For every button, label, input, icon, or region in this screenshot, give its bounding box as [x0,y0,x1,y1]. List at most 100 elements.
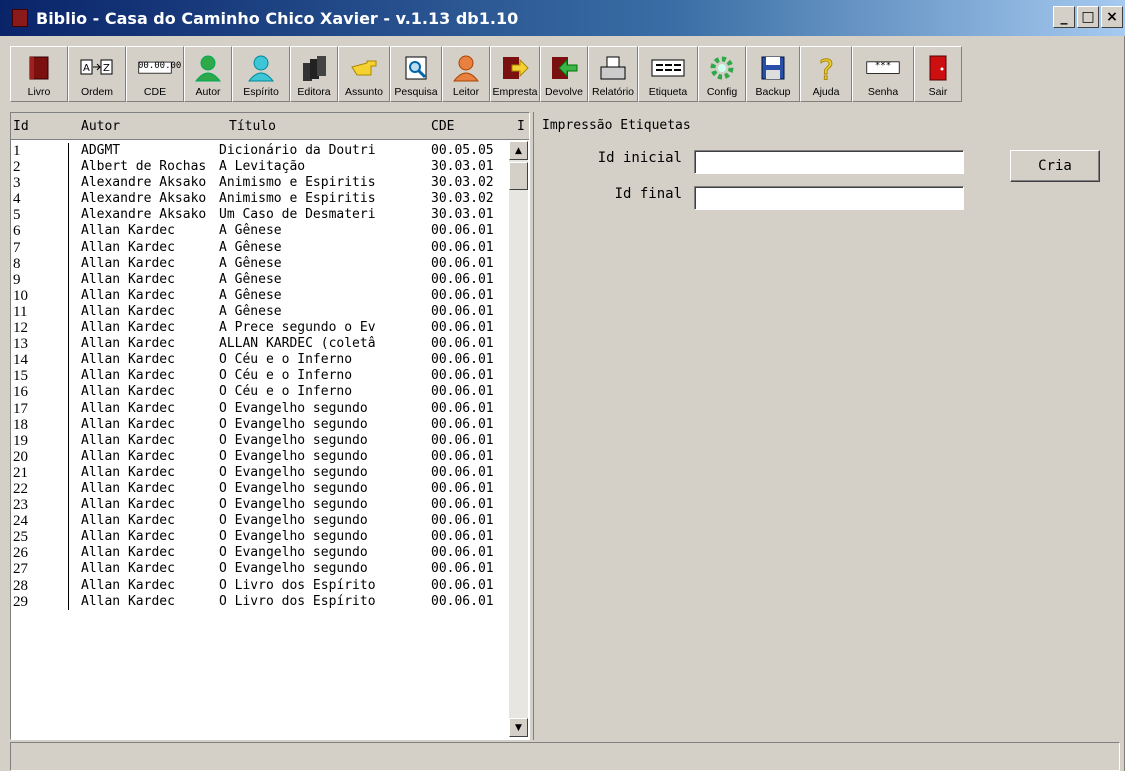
row-id: 15 [11,368,69,385]
table-row[interactable]: 12 Allan Kardec A Prece segundo o Ev 00.06.… [11,320,511,337]
cria-button[interactable]: Cria [1010,150,1100,182]
toolbar-button-editora[interactable]: Editora [290,46,338,102]
table-row[interactable]: 19 Allan Kardec O Evangelho segundo 00.06.0… [11,432,511,449]
row-id: 25 [11,529,69,546]
close-button[interactable]: × [1101,6,1123,28]
table-row[interactable]: 29 Allan Kardec O Livro dos Espírito 00.06.… [11,593,511,610]
table-row[interactable]: 27 Allan Kardec O Evangelho segundo 00.06.0… [11,561,511,578]
return-arrow-icon [547,53,581,83]
table-row[interactable]: 15 Allan Kardec O Céu e o Inferno 00.06.01 [11,368,511,385]
row-titulo: ALLAN KARDEC (coletâ [219,336,376,352]
column-header-autor[interactable]: Autor [69,119,229,134]
toolbar-button-espirito[interactable]: Espírito [232,46,290,102]
book-list[interactable]: 1 ADGMT Dicionário da Doutri 00.05.05 2 Alber… [11,143,511,610]
exit-door-icon [921,53,955,83]
table-row[interactable]: 6 Allan Kardec A Gênese 00.06.01 [11,223,511,240]
table-row[interactable]: 2 Albert de Rochas A Levitação 30.03.01 [11,159,511,176]
row-cde: 30.03.01 [431,207,494,223]
toolbar-button-cde[interactable]: 00.00.00 CDE [126,46,184,102]
toolbar-button-config[interactable]: Config [698,46,746,102]
row-autor: Allan Kardec [81,255,175,271]
toolbar-button-pesquisa[interactable]: Pesquisa [390,46,442,102]
row-id: 17 [11,400,69,417]
table-row[interactable]: 21 Allan Kardec O Evangelho segundo 00.06.0… [11,464,511,481]
table-row[interactable]: 26 Allan Kardec O Evangelho segundo 00.06.0… [11,545,511,562]
row-autor: Allan Kardec [81,480,175,496]
table-row[interactable]: 16 Allan Kardec O Céu e o Inferno 00.06.01 [11,384,511,401]
toolbar-button-empresta[interactable]: Empresta [490,46,540,102]
row-titulo: Animismo e Espiritis [219,191,376,207]
column-header-titulo[interactable]: Título [229,119,427,134]
table-row[interactable]: 10 Allan Kardec A Gênese 00.06.01 [11,287,511,304]
toolbar-button-sair[interactable]: Sair [914,46,962,102]
minimize-button[interactable]: _ [1053,6,1075,28]
row-id: 21 [11,464,69,481]
table-row[interactable]: 22 Allan Kardec O Evangelho segundo 00.06.0… [11,480,511,498]
title-bar: Biblio - Casa do Caminho Chico Xavier - … [0,0,1125,36]
toolbar-button-ordem[interactable]: A Z Ordem [68,46,126,102]
row-cde: 00.06.01 [431,223,494,239]
row-cde: 00.06.01 [431,368,494,384]
row-id: 11 [11,303,69,321]
table-row[interactable]: 11 Allan Kardec A Gênese 00.06.01 [11,303,511,321]
table-row[interactable]: 5 Alexandre Aksako Um Caso de Desmateri 30.… [11,207,511,224]
toolbar-button-label: Leitor [452,86,480,98]
maximize-button[interactable]: □ [1077,6,1099,28]
row-cde: 00.06.01 [431,577,494,593]
toolbar-button-label: Autor [195,86,221,98]
book-list-panel: Id Autor Título CDE I 1 ADGMT Dicionário d… [10,112,530,740]
row-id: 3 [11,175,69,192]
row-titulo: O Evangelho segundo [219,480,368,496]
id-final-label: Id final [614,186,682,202]
table-row[interactable]: 8 Allan Kardec A Gênese 00.06.01 [11,255,511,272]
column-header-id[interactable]: Id [11,119,69,134]
toolbar-button-devolve[interactable]: Devolve [540,46,588,102]
table-row[interactable]: 23 Allan Kardec O Evangelho segundo 00.06.0… [11,497,511,514]
table-row[interactable]: 25 Allan Kardec O Evangelho segundo 00.06.0… [11,529,511,546]
row-id: 27 [11,561,69,578]
toolbar-button-backup[interactable]: Backup [746,46,800,102]
toolbar-button-relatorio[interactable]: Relatório [588,46,638,102]
row-id: 4 [11,191,69,208]
toolbar-button-label: Assunto [345,86,383,98]
table-row[interactable]: 18 Allan Kardec O Evangelho segundo 00.06.0… [11,416,511,433]
toolbar-button-livro[interactable]: Livro [10,46,68,102]
scroll-down-button[interactable]: ▼ [509,718,528,737]
id-final-input[interactable] [694,186,964,210]
row-autor: Allan Kardec [81,303,175,319]
toolbar-button-label: Ordem [80,86,114,98]
toolbar-button-label: Empresta [492,86,538,98]
toolbar-button-autor[interactable]: Autor [184,46,232,102]
table-row[interactable]: 20 Allan Kardec O Evangelho segundo 00.06.0… [11,448,511,465]
row-titulo: O Evangelho segundo [219,432,368,448]
table-row[interactable]: 9 Allan Kardec A Gênese 00.06.01 [11,271,511,288]
table-row[interactable]: 24 Allan Kardec O Evangelho segundo 00.06.0… [11,513,511,530]
table-row[interactable]: 17 Allan Kardec O Evangelho segundo 00.06.0… [11,400,511,417]
list-scrollbar[interactable]: ▲ ▼ [509,141,528,737]
toolbar-button-label: Pesquisa [394,86,438,98]
toolbar-button-etiqueta[interactable]: Etiqueta [638,46,698,102]
table-row[interactable]: 28 Allan Kardec O Livro dos Espírito 00.06.… [11,577,511,594]
table-row[interactable]: 1 ADGMT Dicionário da Doutri 00.05.05 [11,143,511,160]
toolbar-button-leitor[interactable]: Leitor [442,46,490,102]
table-row[interactable]: 3 Alexandre Aksako Animismo e Espiritis 30.… [11,175,511,192]
table-row[interactable]: 14 Allan Kardec O Céu e o Inferno 00.06.01 [11,352,511,369]
toolbar-button-senha[interactable]: *** Senha [852,46,914,102]
row-titulo: O Evangelho segundo [219,561,368,577]
scroll-up-button[interactable]: ▲ [509,141,528,160]
list-header: Id Autor Título CDE I [11,113,529,140]
printer-icon [596,53,630,83]
scroll-thumb[interactable] [509,162,528,190]
table-row[interactable]: 4 Alexandre Aksako Animismo e Espiritis 30.… [11,191,511,208]
column-header-i[interactable]: I [517,119,527,134]
row-id: 7 [11,239,69,256]
row-id: 2 [11,159,69,176]
toolbar-button-assunto[interactable]: Assunto [338,46,390,102]
table-row[interactable]: 7 Allan Kardec A Gênese 00.06.01 [11,239,511,256]
table-row[interactable]: 13 Allan Kardec ALLAN KARDEC (coletâ 00.06.… [11,336,511,353]
toolbar-button-ajuda[interactable]: ? Ajuda [800,46,852,102]
id-inicial-input[interactable] [694,150,964,174]
row-cde: 00.06.01 [431,352,494,368]
column-header-cde[interactable]: CDE [427,119,517,134]
row-autor: Allan Kardec [81,336,175,352]
